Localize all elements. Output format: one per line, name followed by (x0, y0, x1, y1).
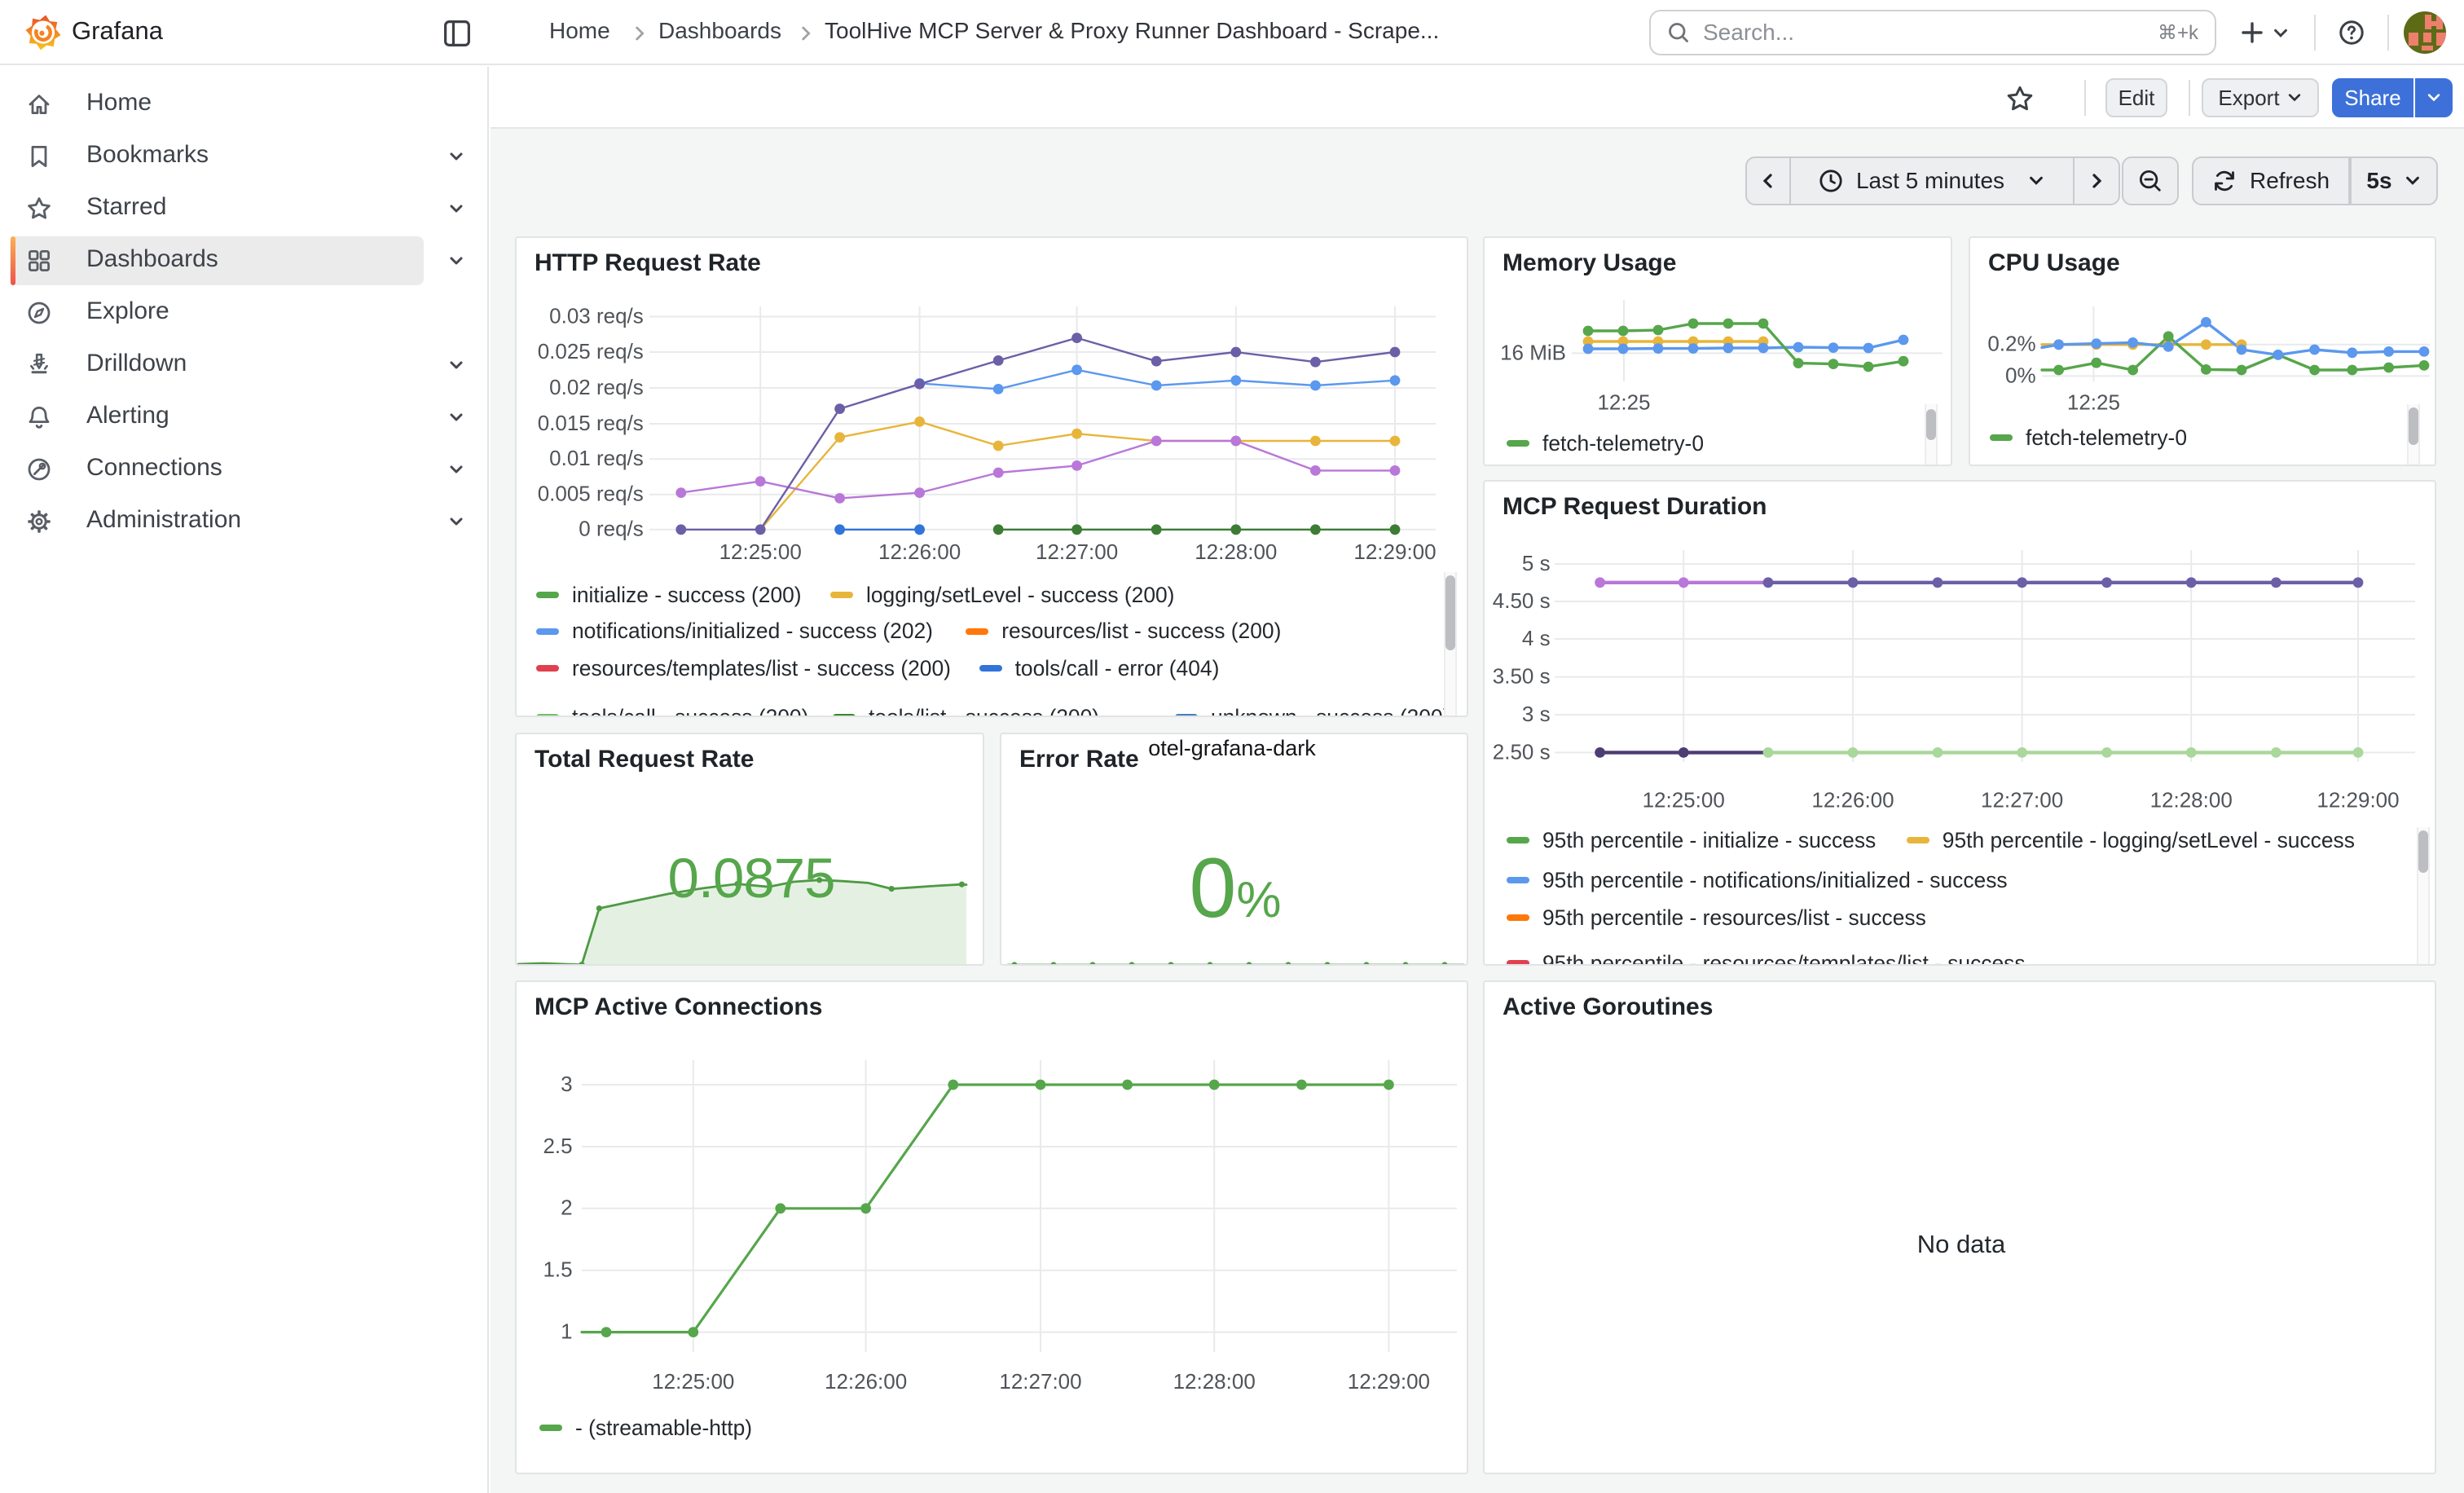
svg-text:0.2%: 0.2% (1987, 332, 2035, 356)
svg-text:0.025 req/s: 0.025 req/s (538, 339, 644, 363)
svg-text:0 req/s: 0 req/s (579, 517, 644, 541)
svg-text:12:26:00: 12:26:00 (825, 1369, 907, 1394)
svg-text:12:28:00: 12:28:00 (1195, 540, 1277, 564)
svg-text:12:29:00: 12:29:00 (2317, 787, 2399, 812)
svg-text:12:25:00: 12:25:00 (1643, 787, 1725, 812)
svg-text:0.015 req/s: 0.015 req/s (538, 411, 644, 435)
svg-text:12:27:00: 12:27:00 (999, 1369, 1081, 1394)
svg-text:0%: 0% (2005, 363, 2036, 387)
svg-text:3: 3 (561, 1072, 572, 1096)
svg-text:0.01 req/s: 0.01 req/s (549, 446, 644, 470)
svg-text:1.5: 1.5 (543, 1257, 572, 1282)
svg-text:12:25:00: 12:25:00 (719, 540, 802, 564)
svg-text:0.005 req/s: 0.005 req/s (538, 482, 644, 506)
svg-text:4.50 s: 4.50 s (1493, 588, 1551, 613)
svg-text:12:28:00: 12:28:00 (2150, 787, 2233, 812)
svg-text:12:29:00: 12:29:00 (1348, 1369, 1430, 1394)
svg-text:1: 1 (561, 1319, 572, 1343)
svg-text:12:26:00: 12:26:00 (1811, 787, 1894, 812)
svg-text:3 s: 3 s (1522, 702, 1551, 726)
svg-text:5 s: 5 s (1522, 551, 1551, 575)
svg-text:0.03 req/s: 0.03 req/s (549, 303, 644, 328)
svg-text:4 s: 4 s (1522, 626, 1551, 650)
svg-text:12:25: 12:25 (1597, 390, 1650, 414)
svg-text:3.50 s: 3.50 s (1493, 663, 1551, 688)
svg-text:12:28:00: 12:28:00 (1173, 1369, 1256, 1394)
svg-text:12:25:00: 12:25:00 (652, 1369, 734, 1394)
svg-text:12:25: 12:25 (2067, 390, 2120, 414)
svg-text:2.50 s: 2.50 s (1493, 739, 1551, 764)
svg-text:2.5: 2.5 (543, 1134, 572, 1158)
svg-text:12:27:00: 12:27:00 (1981, 787, 2063, 812)
svg-text:12:27:00: 12:27:00 (1036, 540, 1118, 564)
svg-text:12:26:00: 12:26:00 (878, 540, 961, 564)
svg-text:2: 2 (561, 1196, 572, 1220)
svg-text:12:29:00: 12:29:00 (1353, 540, 1436, 564)
svg-text:0.02 req/s: 0.02 req/s (549, 375, 644, 399)
svg-text:16 MiB: 16 MiB (1500, 340, 1566, 364)
